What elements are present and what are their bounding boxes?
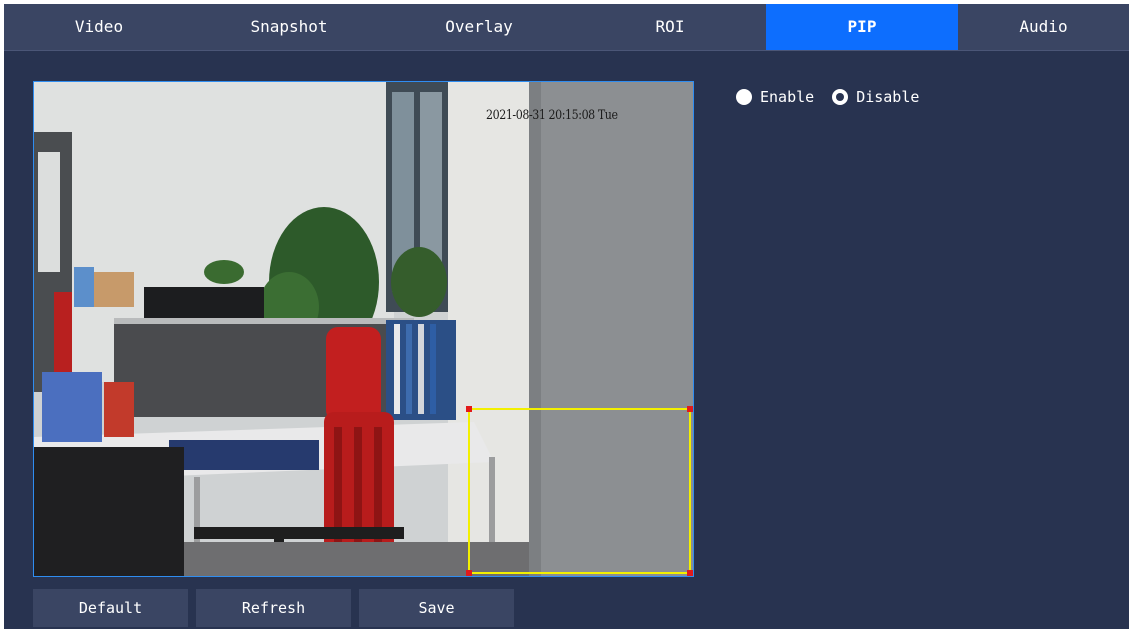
tab-snapshot[interactable]: Snapshot (194, 4, 384, 50)
tab-bar: Video Snapshot Overlay ROI PIP Audio (4, 4, 1129, 51)
video-preview[interactable]: 2021-08-31 20:15:08 Tue (33, 81, 694, 577)
enable-radio-label: Enable (760, 88, 815, 106)
tab-overlay[interactable]: Overlay (384, 4, 574, 50)
refresh-button[interactable]: Refresh (196, 589, 351, 627)
tab-pip[interactable]: PIP (766, 4, 958, 50)
tab-roi[interactable]: ROI (574, 4, 766, 50)
disable-radio-icon (832, 89, 849, 105)
pip-resize-handle-bottom-left[interactable] (466, 570, 472, 576)
pip-enable-radio-group: Enable Disable (736, 88, 937, 106)
tab-audio[interactable]: Audio (958, 4, 1129, 50)
default-button[interactable]: Default (33, 589, 188, 627)
osd-timestamp: 2021-08-31 20:15:08 Tue (486, 108, 618, 123)
pip-resize-handle-top-right[interactable] (687, 406, 693, 412)
pip-resize-handle-top-left[interactable] (466, 406, 472, 412)
disable-radio-label: Disable (856, 88, 920, 106)
action-buttons: Default Refresh Save (33, 589, 522, 627)
tab-video[interactable]: Video (4, 4, 194, 50)
pip-settings-page: Video Snapshot Overlay ROI PIP Audio 202… (4, 4, 1129, 629)
save-button[interactable]: Save (359, 589, 514, 627)
disable-radio[interactable]: Disable (832, 88, 919, 106)
enable-radio[interactable]: Enable (736, 88, 814, 106)
pip-resize-handle-bottom-right[interactable] (687, 570, 693, 576)
pip-region-box[interactable] (466, 406, 693, 576)
enable-radio-icon (736, 89, 752, 105)
